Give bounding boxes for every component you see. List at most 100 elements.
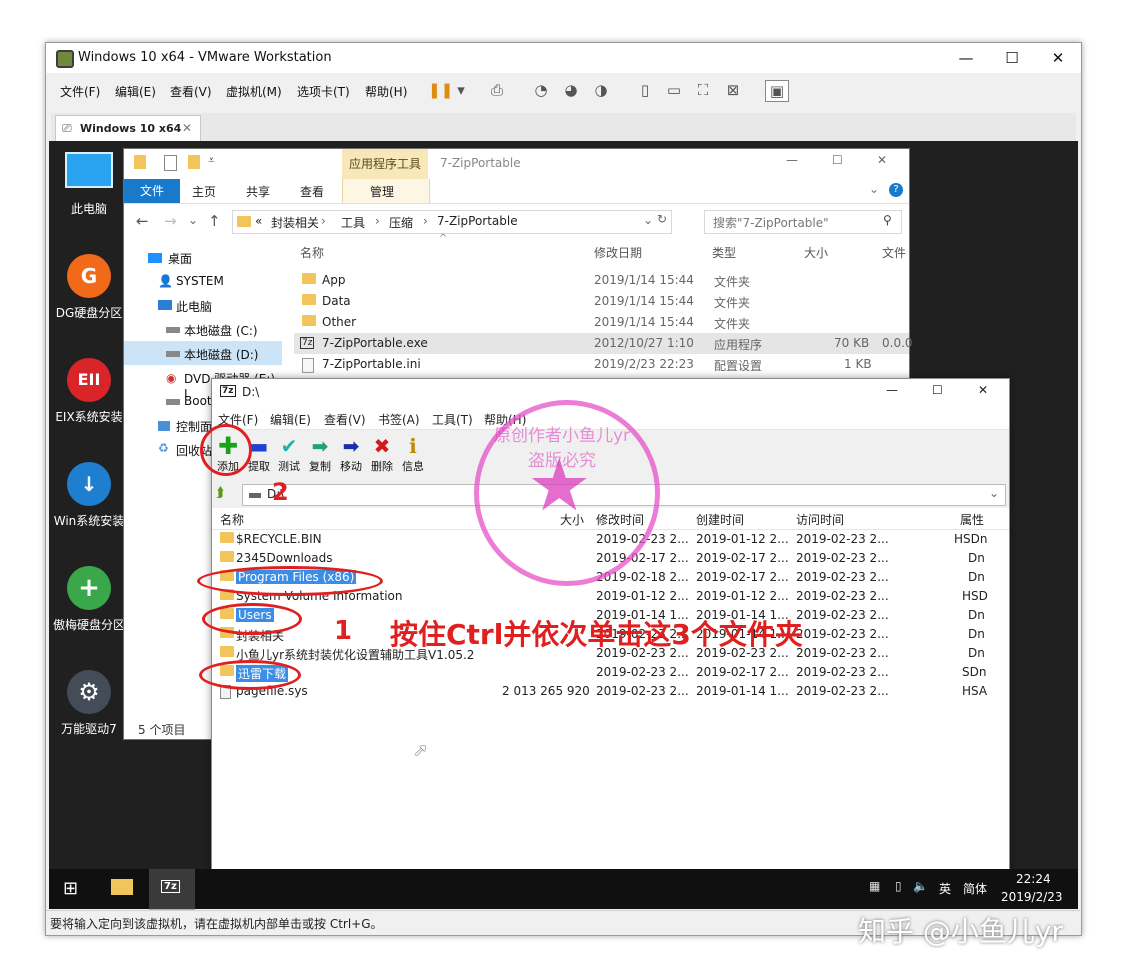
table-row[interactable]: 迅雷下载 2019-02-23 2... 2019-02-17 2... 201…	[216, 663, 1006, 682]
properties-icon[interactable]	[164, 155, 177, 171]
chevron-down-icon[interactable]: ▾	[450, 80, 472, 100]
column-name[interactable]: 名称	[300, 244, 324, 261]
breadcrumb-overflow[interactable]: «	[255, 214, 262, 228]
console-view-icon[interactable]: ▭	[663, 80, 685, 100]
ime-language[interactable]: 英	[939, 880, 951, 897]
address-bar[interactable]: « 封装相关 › 工具 › 压缩 › 7-ZipPortable ⌄ ↻	[232, 210, 672, 234]
color-profile-icon[interactable]: ▦	[869, 879, 880, 893]
column-accessed[interactable]: 访问时间	[796, 511, 844, 528]
minimize-button[interactable]: —	[886, 383, 898, 397]
nav-boot[interactable]: Boot	[184, 394, 212, 408]
breadcrumb-item[interactable]: 封装相关	[271, 214, 319, 231]
list-item[interactable]: 7-ZipPortable.ini 2019/2/23 22:23 配置设置 1…	[294, 354, 909, 375]
nav-drive-c[interactable]: 本地磁盘 (C:)	[184, 322, 258, 339]
column-created[interactable]: 创建时间	[696, 511, 744, 528]
menu-view[interactable]: 查看(V)	[170, 83, 212, 100]
tab-share[interactable]: 共享	[246, 183, 270, 200]
desktop-icon-dg[interactable]: G DG硬盘分区	[49, 254, 129, 321]
minimize-button[interactable]: —	[943, 43, 989, 73]
column-size[interactable]: 大小	[804, 244, 828, 261]
copy-button[interactable]: ➡ 复制	[304, 434, 336, 474]
close-button[interactable]: ✕	[978, 383, 988, 397]
table-row[interactable]: pagefile.sys 2 013 265 920 2019-02-23 2.…	[216, 682, 1006, 701]
list-item[interactable]: App 2019/1/14 15:44 文件夹	[294, 270, 909, 291]
taskbar-7zip[interactable]: 7z	[149, 869, 195, 911]
menu-tabs[interactable]: 选项卡(T)	[297, 83, 350, 100]
nav-system[interactable]: SYSTEM	[176, 274, 224, 288]
maximize-button[interactable]: ☐	[989, 43, 1035, 73]
menu-view[interactable]: 查看(V)	[324, 411, 366, 428]
desktop-icon-win-install[interactable]: ↓ Win系统安装	[49, 462, 129, 529]
column-date[interactable]: 修改日期	[594, 244, 642, 261]
menu-edit[interactable]: 编辑(E)	[270, 411, 311, 428]
search-input[interactable]: 搜索"7-ZipPortable" ⚲	[704, 210, 902, 234]
close-button[interactable]: ✕	[1035, 43, 1081, 73]
tab-view[interactable]: 查看	[300, 183, 324, 200]
desktop-icon-eix[interactable]: EII EIX系统安装	[49, 358, 129, 425]
windows-start-icon[interactable]: ⊞	[63, 878, 78, 899]
nav-this-pc[interactable]: 此电脑	[176, 298, 212, 315]
column-extra[interactable]: 文件	[882, 244, 906, 261]
snapshot-manager-icon[interactable]: ◑	[590, 80, 612, 100]
chevron-down-icon[interactable]: ⌄	[869, 182, 879, 196]
menu-edit[interactable]: 编辑(E)	[115, 83, 156, 100]
stretch-icon[interactable]: ▣	[765, 80, 789, 102]
revert-snapshot-icon[interactable]: ◕	[560, 80, 582, 100]
clock-date[interactable]: 2019/2/23	[1001, 890, 1063, 904]
pause-icon[interactable]: ❚❚	[428, 80, 453, 100]
list-item[interactable]: 7z 7-ZipPortable.exe 2012/10/27 1:10 应用程…	[294, 333, 913, 354]
move-button[interactable]: ➡ 移动	[335, 434, 367, 474]
up-arrow-icon[interactable]: ↑	[208, 212, 221, 230]
forward-arrow-icon[interactable]: →	[164, 212, 177, 230]
breadcrumb-item[interactable]: 压缩	[389, 214, 413, 231]
new-folder-icon[interactable]	[188, 155, 200, 169]
nav-drive-d[interactable]: 本地磁盘 (D:)	[184, 346, 258, 363]
info-button[interactable]: ℹ 信息	[397, 434, 429, 474]
maximize-button[interactable]: ☐	[932, 383, 943, 397]
list-item[interactable]: Other 2019/1/14 15:44 文件夹	[294, 312, 909, 333]
help-icon[interactable]: ?	[889, 183, 903, 197]
chevron-down-icon[interactable]: ⌄	[188, 213, 198, 227]
fullscreen-icon[interactable]: ⛶	[692, 80, 714, 100]
menu-vm[interactable]: 虚拟机(M)	[226, 83, 282, 100]
chevron-down-icon[interactable]: ⩡	[208, 153, 215, 168]
tab-file[interactable]: 文件	[124, 179, 180, 203]
close-button[interactable]: ✕	[877, 153, 887, 167]
refresh-icon[interactable]: ↻	[657, 212, 667, 226]
usb-icon[interactable]: ▯	[895, 879, 902, 893]
file-explorer-icon[interactable]	[111, 879, 133, 895]
chevron-down-icon[interactable]: ⌄	[643, 213, 653, 227]
column-name[interactable]: 名称	[220, 511, 244, 528]
nav-desktop[interactable]: 桌面	[168, 250, 192, 267]
ime-mode[interactable]: 简体	[963, 880, 987, 897]
tab-windows10[interactable]: ⎚ Windows 10 x64 ✕	[55, 115, 201, 142]
menu-file[interactable]: 文件(F)	[60, 83, 100, 100]
back-arrow-icon[interactable]: ←	[136, 212, 149, 230]
snapshot-icon[interactable]: ◔	[530, 80, 552, 100]
desktop-icon-driver[interactable]: ⚙ 万能驱动7	[49, 670, 129, 737]
column-attributes[interactable]: 属性	[960, 511, 984, 528]
delete-button[interactable]: ✖ 删除	[366, 434, 398, 474]
test-button[interactable]: ✔ 测试	[273, 434, 305, 474]
minimize-button[interactable]: —	[786, 153, 798, 167]
close-tab-icon[interactable]: ✕	[182, 121, 192, 135]
clock-time[interactable]: 22:24	[1016, 872, 1051, 886]
tab-home[interactable]: 主页	[192, 183, 216, 200]
menu-help[interactable]: 帮助(H)	[365, 83, 407, 100]
breadcrumb-item[interactable]: 工具	[341, 214, 365, 231]
unity-icon[interactable]: ⊠	[722, 80, 744, 100]
desktop-icon-aomei[interactable]: + 傲梅硬盘分区	[49, 566, 129, 633]
up-folder-icon[interactable]: ⮭	[216, 485, 224, 501]
desktop-icon-this-pc[interactable]: 此电脑	[49, 152, 129, 217]
column-type[interactable]: 类型	[712, 244, 736, 261]
menu-tools[interactable]: 工具(T)	[432, 411, 473, 428]
chevron-down-icon[interactable]: ⌄	[989, 486, 999, 500]
maximize-button[interactable]: ☐	[832, 153, 843, 167]
list-item[interactable]: Data 2019/1/14 15:44 文件夹	[294, 291, 909, 312]
breadcrumb-item[interactable]: 7-ZipPortable	[437, 214, 518, 228]
send-keys-icon[interactable]: ⎙	[486, 80, 508, 100]
tab-manage[interactable]: 管理	[370, 183, 394, 200]
menu-bookmarks[interactable]: 书签(A)	[378, 411, 420, 428]
library-icon[interactable]: ▯	[634, 80, 656, 100]
speaker-muted-icon[interactable]: 🔈	[913, 879, 928, 893]
